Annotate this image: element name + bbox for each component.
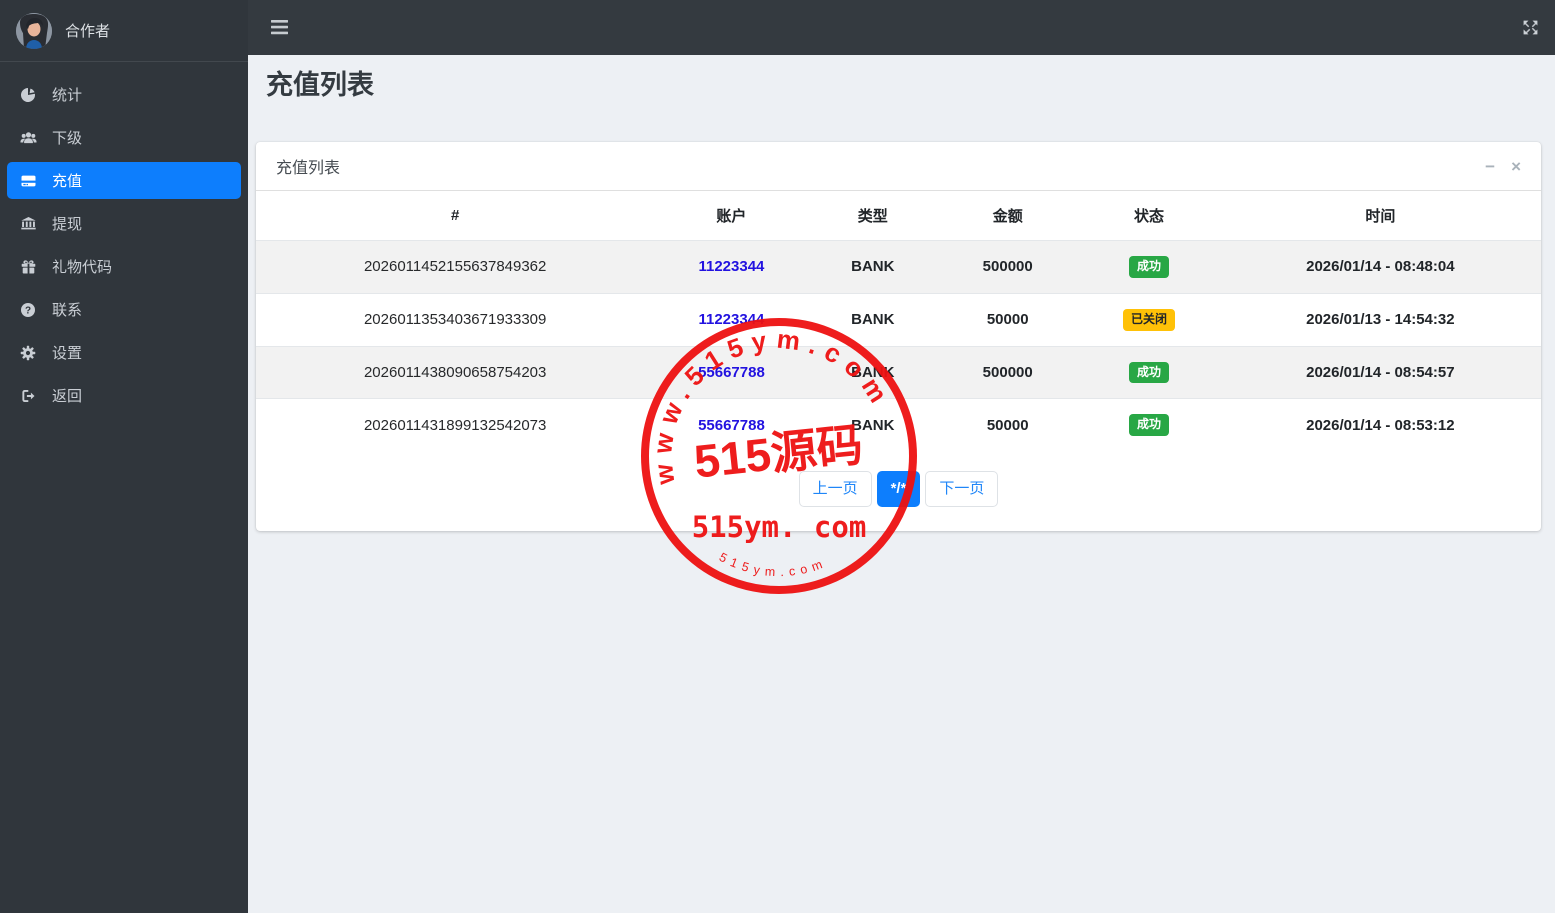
col-account: 账户 [716,208,747,225]
table-row: 2026011452155637849362 11223344 BANK 500… [256,240,1541,294]
recharge-table: # 账户 类型 金额 状态 时间 2026011452155637849362 … [256,191,1541,452]
col-id: # [451,207,460,224]
current-page-button[interactable]: */* [876,471,921,508]
account-link[interactable]: 55667788 [698,364,765,381]
sidebar-item-recharge[interactable]: 充值 [7,162,241,199]
sidebar-item-stats[interactable]: 统计 [7,76,241,113]
sign-out-icon [20,388,39,404]
sidebar-item-settings[interactable]: 设置 [7,334,241,371]
type-cell: BANK [808,240,938,294]
status-badge: 成功 [1129,414,1170,437]
gear-icon [20,345,39,361]
type-cell: BANK [808,345,938,399]
recharge-list-card: 充值列表 − × # 账户 类型 金额 状态 时间 20260114521556… [256,142,1541,532]
time-cell: 2026/01/14 - 08:54:57 [1219,345,1541,399]
user-name: 合作者 [65,23,111,40]
type-cell: BANK [808,398,938,452]
pagination: 上一页 */* 下一页 [256,451,1541,531]
close-icon[interactable]: × [1511,158,1521,175]
account-link[interactable]: 11223344 [698,311,764,328]
table-row: 2026011438090658754203 55667788 BANK 500… [256,345,1541,399]
sidebar-item-label: 统计 [52,87,83,104]
amount-cell: 500000 [937,345,1079,399]
status-badge: 已关闭 [1123,308,1176,331]
card-header: 充值列表 − × [256,142,1541,191]
order-id: 2026011438090658754203 [256,345,655,399]
expand-arrows-icon [1523,20,1538,35]
table-row: 2026011431899132542073 55667788 BANK 500… [256,398,1541,452]
sidebar-item-label: 联系 [52,302,83,319]
prev-page-button[interactable]: 上一页 [798,471,872,508]
table-row: 2026011353403671933309 11223344 BANK 500… [256,292,1541,347]
main-area: 充值列表 充值列表 − × # 账户 类型 金额 状态 时间 202601145… [248,0,1555,913]
col-time: 时间 [1365,208,1396,225]
credit-card-icon [20,173,39,189]
amount-cell: 50000 [937,292,1079,347]
sidebar-item-gift-code[interactable]: 礼物代码 [7,248,241,285]
account-link[interactable]: 55667788 [698,417,765,434]
sidebar-toggle-button[interactable] [271,20,289,35]
col-amount: 金额 [992,208,1023,225]
time-cell: 2026/01/14 - 08:53:12 [1219,398,1541,452]
col-type: 类型 [857,208,888,225]
amount-cell: 500000 [937,240,1079,294]
status-badge: 成功 [1129,256,1170,278]
sidebar-item-label: 礼物代码 [52,259,113,276]
sidebar-item-withdraw[interactable]: 提现 [7,205,241,242]
collapse-icon[interactable]: − [1485,158,1495,175]
sidebar-item-label: 提现 [52,216,83,233]
svg-text:?: ? [25,305,31,316]
next-page-button[interactable]: 下一页 [925,471,999,508]
table-header-row: # 账户 类型 金额 状态 时间 [256,191,1541,241]
time-cell: 2026/01/14 - 08:48:04 [1219,240,1541,294]
sidebar-item-contact[interactable]: ? 联系 [7,291,241,328]
sidebar: 合作者 统计 下级 充值 提现 礼物代码 ? 联系 设置 返回 [0,0,248,913]
hamburger-icon [271,20,288,35]
sidebar-nav: 统计 下级 充值 提现 礼物代码 ? 联系 设置 返回 [0,62,248,414]
account-link[interactable]: 11223344 [698,258,764,275]
card-title: 充值列表 [276,160,341,177]
pie-chart-icon [20,87,39,103]
user-panel[interactable]: 合作者 [0,0,248,62]
sidebar-item-label: 返回 [52,388,83,405]
sidebar-item-label: 下级 [52,130,83,147]
fullscreen-button[interactable] [1522,19,1539,36]
col-status: 状态 [1134,208,1165,225]
amount-cell: 50000 [937,398,1079,452]
content: 充值列表 充值列表 − × # 账户 类型 金额 状态 时间 202601145… [248,55,1555,913]
order-id: 2026011431899132542073 [256,398,655,452]
page-title: 充值列表 [266,70,374,100]
type-cell: BANK [808,292,938,347]
sidebar-item-back[interactable]: 返回 [7,377,241,414]
gift-icon [20,259,39,275]
avatar [16,12,52,49]
status-badge: 成功 [1129,361,1170,384]
users-icon [20,130,39,146]
sidebar-item-label: 设置 [52,345,83,362]
question-circle-icon: ? [20,302,39,318]
order-id: 2026011452155637849362 [256,240,655,294]
bank-icon [20,216,39,232]
time-cell: 2026/01/13 - 14:54:32 [1219,292,1541,347]
topbar [248,0,1555,55]
order-id: 2026011353403671933309 [256,292,655,347]
sidebar-item-label: 充值 [52,173,83,190]
sidebar-item-subordinates[interactable]: 下级 [7,119,241,156]
